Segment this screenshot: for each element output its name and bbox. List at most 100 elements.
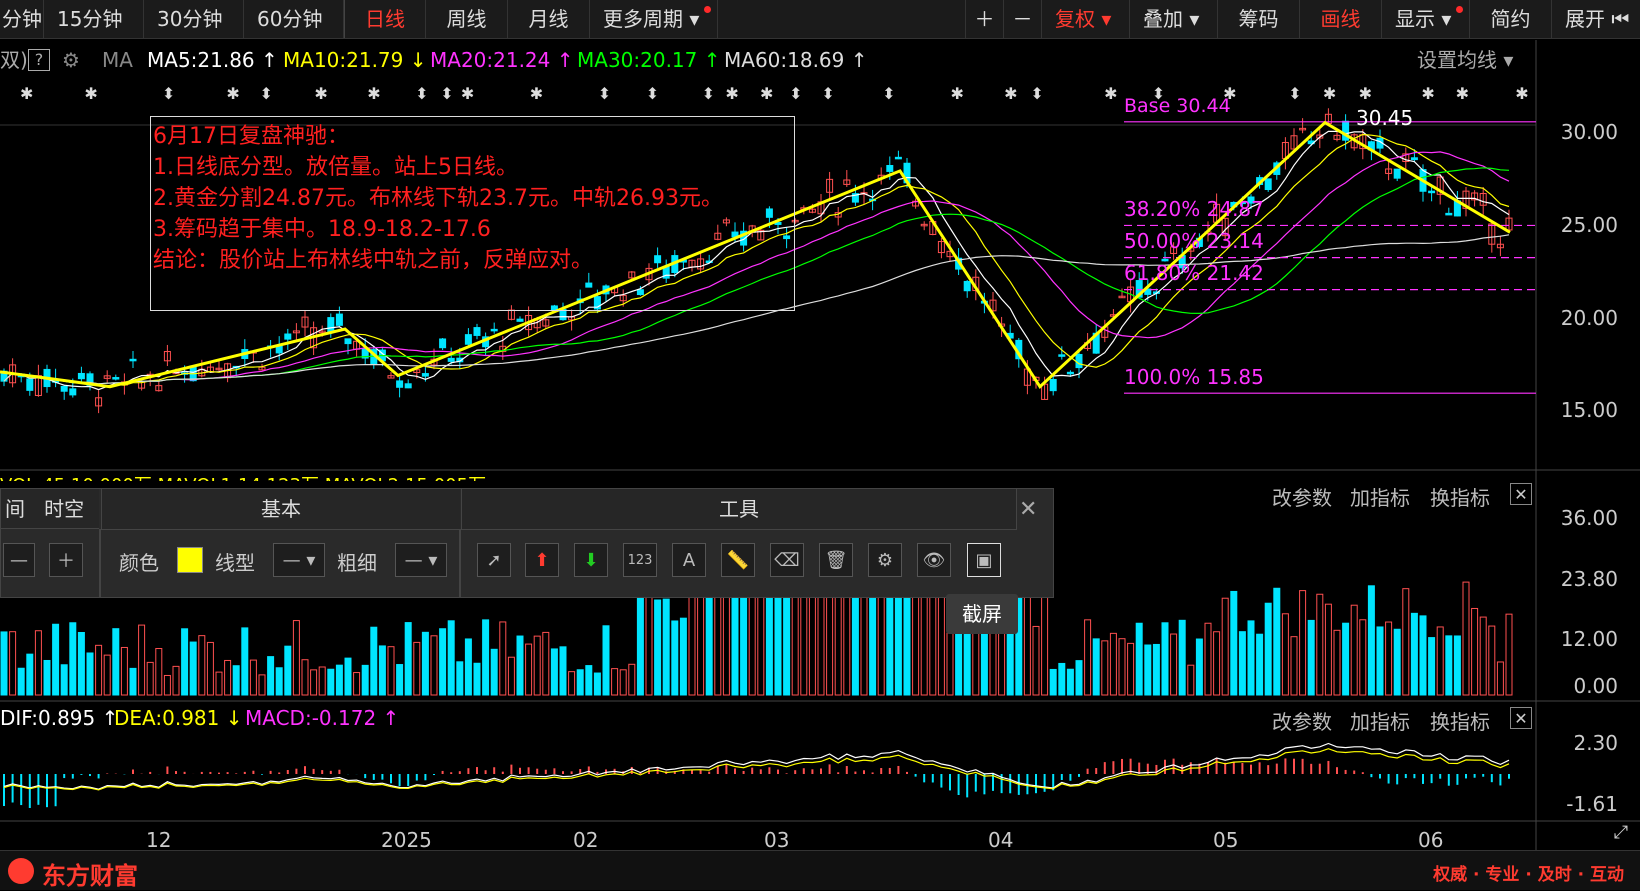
- volume-bar: [292, 620, 300, 696]
- eye-icon[interactable]: 👁: [917, 543, 951, 577]
- footer-bar: 东方财富 权威 · 专业 · 及时 · 互动: [0, 850, 1640, 890]
- macd-switch-indicator-button[interactable]: 换指标: [1430, 706, 1490, 735]
- volume-bar: [86, 652, 94, 696]
- ruler-icon[interactable]: 📏: [721, 543, 755, 577]
- color-swatch[interactable]: [177, 547, 203, 573]
- event-mark: ✱: [367, 84, 380, 103]
- volume-bar: [1376, 626, 1384, 696]
- up-arrow-icon[interactable]: ⬆: [525, 543, 559, 577]
- candle-body: [1393, 168, 1401, 179]
- eraser-icon[interactable]: ⌫: [770, 543, 804, 577]
- candle-body: [963, 280, 971, 292]
- tool-panel-close-icon[interactable]: ✕: [1019, 497, 1037, 522]
- event-mark: ⬍: [1030, 84, 1043, 103]
- volume-bar: [138, 624, 146, 696]
- volume-bar: [1299, 590, 1307, 696]
- peak-price-label: 30.45: [1356, 106, 1414, 130]
- vol-add-indicator-button[interactable]: 加指标: [1350, 482, 1410, 511]
- annotation-line: 结论：股价站上布林线中轨之前，反弹应对。: [153, 248, 594, 273]
- volume-bar: [1084, 619, 1092, 696]
- macd-close-icon[interactable]: ✕: [1510, 707, 1532, 729]
- down-arrow-icon[interactable]: ⬇: [574, 543, 608, 577]
- annotation-line: 3.筹码趋于集中。18.9-18.2-17.6: [153, 217, 491, 242]
- decrease-button[interactable]: —: [3, 543, 35, 577]
- volume-bar: [671, 620, 679, 696]
- volume-bar: [361, 664, 369, 696]
- gear-icon[interactable]: ⚙: [868, 543, 902, 577]
- volume-bar: [95, 644, 103, 696]
- vol-switch-indicator-button[interactable]: 换指标: [1430, 482, 1490, 511]
- volume-bar: [576, 669, 584, 696]
- vol-edit-params-button[interactable]: 改参数: [1272, 482, 1332, 511]
- screenshot-icon[interactable]: ▣: [967, 543, 1001, 577]
- volume-bar: [619, 669, 627, 696]
- time-axis-label: 06: [1418, 828, 1444, 852]
- candle-body: [1049, 378, 1057, 392]
- candle-body: [77, 372, 85, 380]
- volume-bar: [662, 598, 670, 696]
- volume-bar: [1445, 635, 1453, 696]
- vol-close-icon[interactable]: ✕: [1510, 483, 1532, 505]
- volume-bar: [258, 674, 266, 696]
- tool-panel-left-tabs: 间 时空: [1, 489, 99, 529]
- volume-bar: [1471, 607, 1479, 696]
- volume-bar: [370, 626, 378, 696]
- fibonacci-group: [1124, 121, 1536, 394]
- candle-body: [344, 338, 352, 345]
- time-axis-label: 04: [988, 828, 1014, 852]
- tab-time[interactable]: 间: [5, 497, 25, 521]
- linetype-dropdown[interactable]: — ▾: [273, 543, 325, 577]
- volume-bar: [1410, 612, 1418, 696]
- volume-bar: [1402, 588, 1410, 696]
- candle-body: [1445, 212, 1453, 216]
- volume-bar: [946, 623, 954, 696]
- volume-bar: [1101, 640, 1109, 696]
- volume-bar: [9, 631, 17, 696]
- volume-bar: [1385, 621, 1393, 696]
- volume-bar: [267, 656, 275, 696]
- volume-bar: [851, 589, 859, 696]
- cursor-icon[interactable]: ➚: [477, 543, 511, 577]
- event-mark: ✱: [1515, 84, 1528, 103]
- volume-bar: [1058, 662, 1066, 696]
- increase-button[interactable]: ＋: [49, 543, 83, 577]
- event-mark: ✱: [1456, 84, 1469, 103]
- volume-bar: [353, 672, 361, 696]
- volume-bar: [550, 648, 558, 696]
- macd-edit-params-button[interactable]: 改参数: [1272, 706, 1332, 735]
- thickness-dropdown[interactable]: — ▾: [395, 543, 447, 577]
- text-icon[interactable]: A: [672, 543, 706, 577]
- annotation-line: 1.日线底分型。放倍量。站上5日线。: [153, 155, 518, 180]
- volume-bar: [1221, 597, 1229, 696]
- volume-bar: [1307, 619, 1315, 696]
- event-mark: ⬍: [821, 84, 834, 103]
- event-mark: ✱: [1421, 84, 1434, 103]
- volume-bar: [69, 622, 77, 696]
- volume-bar: [77, 631, 85, 696]
- volume-bar: [1118, 638, 1126, 696]
- volume-bar: [679, 617, 687, 696]
- macd-dif: DIF:0.895 ↑: [0, 706, 119, 730]
- basic-section-header: 基本: [101, 489, 460, 530]
- zoom-to-fit-icon[interactable]: ⤢: [1610, 822, 1632, 844]
- volume-bar: [1006, 627, 1014, 696]
- annotation-textbox[interactable]: 6月17日复盘神驰： 1.日线底分型。放倍量。站上5日线。 2.黄金分割24.8…: [150, 116, 795, 311]
- volume-bar: [1496, 661, 1504, 696]
- event-mark: ⬍: [702, 84, 715, 103]
- trash-icon[interactable]: 🗑: [819, 543, 853, 577]
- tab-time-space[interactable]: 时空: [44, 497, 84, 521]
- event-mark: ✱: [314, 84, 327, 103]
- time-axis-label: 03: [764, 828, 790, 852]
- volume-bar: [120, 646, 128, 696]
- number-icon[interactable]: 123: [623, 543, 657, 577]
- volume-bar: [146, 661, 154, 696]
- macd-add-indicator-button[interactable]: 加指标: [1350, 706, 1410, 735]
- volume-bar: [1428, 637, 1436, 696]
- volume-bar: [611, 668, 619, 696]
- volume-bar: [447, 620, 455, 696]
- volume-bar: [224, 659, 232, 696]
- volume-bar: [542, 631, 550, 696]
- volume-bar: [439, 628, 447, 696]
- volume-bar: [1144, 644, 1152, 696]
- volume-bar: [1290, 636, 1298, 696]
